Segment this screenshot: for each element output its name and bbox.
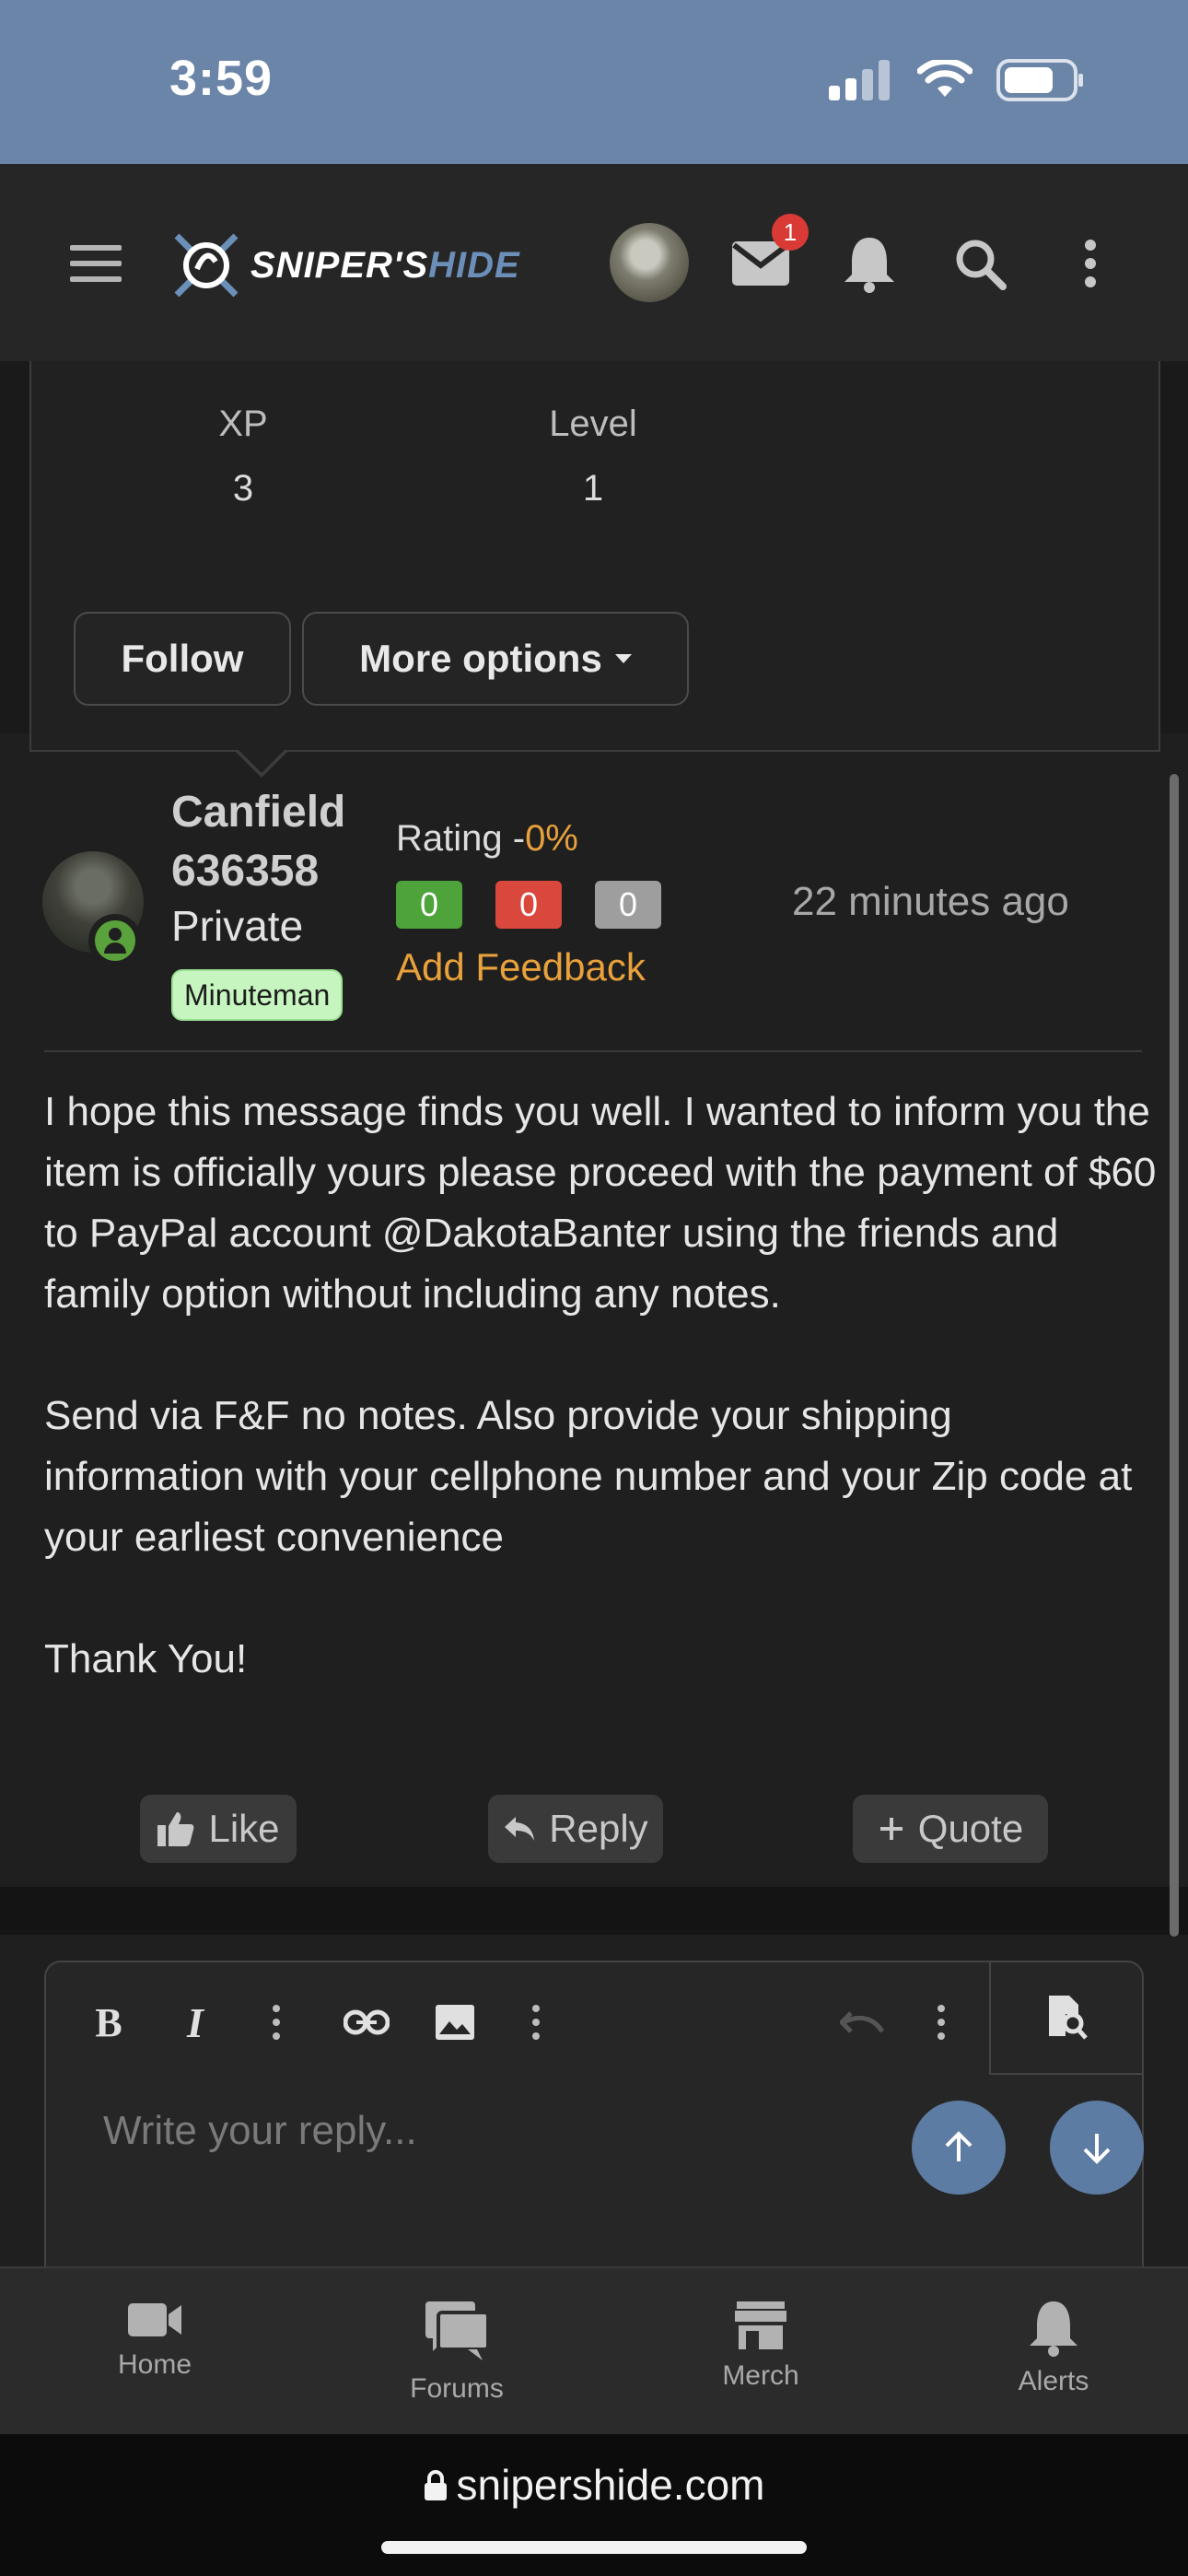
more-vert-icon[interactable] xyxy=(1055,228,1125,299)
more-insert-options-icon[interactable] xyxy=(508,1990,564,2055)
more-text-options-icon[interactable] xyxy=(249,1990,304,2055)
stat-value-xp: 3 xyxy=(232,468,254,509)
rating-percent: 0% xyxy=(525,818,578,859)
status-time: 3:59 xyxy=(169,51,274,106)
reply-arrow-icon xyxy=(505,1817,535,1841)
arrow-up-icon xyxy=(945,2131,973,2161)
tab-home[interactable]: Home xyxy=(63,2300,247,2410)
search-icon[interactable] xyxy=(945,228,1015,299)
message-paragraph: Thank You! xyxy=(44,1636,248,1681)
url-text[interactable]: snipershide.com xyxy=(0,2460,1188,2510)
reply-input[interactable]: Write your reply... xyxy=(103,2108,417,2154)
arrow-down-icon xyxy=(1083,2134,1111,2164)
online-status-icon xyxy=(88,914,142,967)
wifi-icon xyxy=(917,60,973,97)
poster-rating: Rating -0% xyxy=(396,818,578,859)
tab-forums[interactable]: Forums xyxy=(365,2300,549,2410)
stat-label-xp: XP xyxy=(218,404,268,444)
site-logo[interactable]: SNIPER'SHIDE xyxy=(169,227,556,304)
bell-icon xyxy=(1030,2301,1077,2357)
undo-icon[interactable] xyxy=(834,1990,890,2055)
thumbs-up-icon xyxy=(157,1812,194,1846)
tab-merch[interactable]: Merch xyxy=(669,2300,853,2410)
post-divider xyxy=(44,1050,1142,1052)
image-icon[interactable] xyxy=(427,1990,483,2055)
app-header: SNIPER'SHIDE 1 xyxy=(0,164,1188,361)
lock-icon xyxy=(424,2470,447,2500)
page-scrollbar[interactable] xyxy=(1170,774,1179,1937)
menu-icon[interactable] xyxy=(70,245,122,282)
neutral-feedback-count[interactable]: 0 xyxy=(595,881,661,929)
chat-bubbles-icon xyxy=(425,2301,490,2360)
poster-badge: Minuteman xyxy=(171,969,344,1021)
message-paragraph: I hope this message finds you well. I wa… xyxy=(44,1089,1157,1317)
section-separator xyxy=(0,1887,1188,1935)
tab-alerts[interactable]: Alerts xyxy=(961,2300,1146,2410)
preview-icon[interactable] xyxy=(989,1961,1144,2075)
stat-label-level: Level xyxy=(549,404,637,444)
crosshair-logo-icon xyxy=(174,233,239,298)
quote-button[interactable]: Quote xyxy=(853,1795,1048,1863)
poster-rank: Private xyxy=(171,902,304,950)
poster-username[interactable]: Canfield 636358 xyxy=(171,783,345,901)
message-paragraph: Send via F&F no notes. Also provide your… xyxy=(44,1393,1133,1560)
follow-button[interactable]: Follow xyxy=(74,612,291,706)
negative-feedback-count[interactable]: 0 xyxy=(495,881,562,929)
bold-icon[interactable]: B xyxy=(81,1990,136,2055)
like-button[interactable]: Like xyxy=(140,1795,297,1863)
plus-icon xyxy=(879,1818,903,1840)
status-bar: 3:59 xyxy=(0,0,1188,164)
scroll-up-button[interactable] xyxy=(912,2101,1006,2195)
bell-icon[interactable] xyxy=(834,228,904,299)
link-icon[interactable] xyxy=(339,1990,394,2055)
caret-down-icon xyxy=(614,654,632,663)
positive-feedback-count[interactable]: 0 xyxy=(396,881,462,929)
italic-icon[interactable]: I xyxy=(168,1990,223,2055)
video-camera-icon xyxy=(128,2303,181,2336)
status-icons xyxy=(829,57,1085,103)
logo-text-accent: HIDE xyxy=(428,244,520,286)
user-avatar[interactable] xyxy=(610,223,689,302)
stat-value-level: 1 xyxy=(582,468,604,509)
reply-button[interactable]: Reply xyxy=(488,1795,663,1863)
store-icon xyxy=(735,2301,786,2349)
post-timestamp[interactable]: 22 minutes ago xyxy=(792,879,1069,925)
mail-badge: 1 xyxy=(772,214,809,251)
battery-icon xyxy=(996,59,1083,101)
cellular-signal-icon xyxy=(829,60,890,100)
scroll-down-button[interactable] xyxy=(1050,2101,1144,2195)
home-indicator xyxy=(381,2541,807,2554)
post-message: I hope this message finds you well. I wa… xyxy=(44,1082,1159,1690)
logo-text-main: SNIPER'S xyxy=(250,244,429,286)
more-options-button[interactable]: More options xyxy=(302,612,689,706)
more-editor-options-icon[interactable] xyxy=(914,1990,969,2055)
add-feedback-link[interactable]: Add Feedback xyxy=(396,945,646,989)
